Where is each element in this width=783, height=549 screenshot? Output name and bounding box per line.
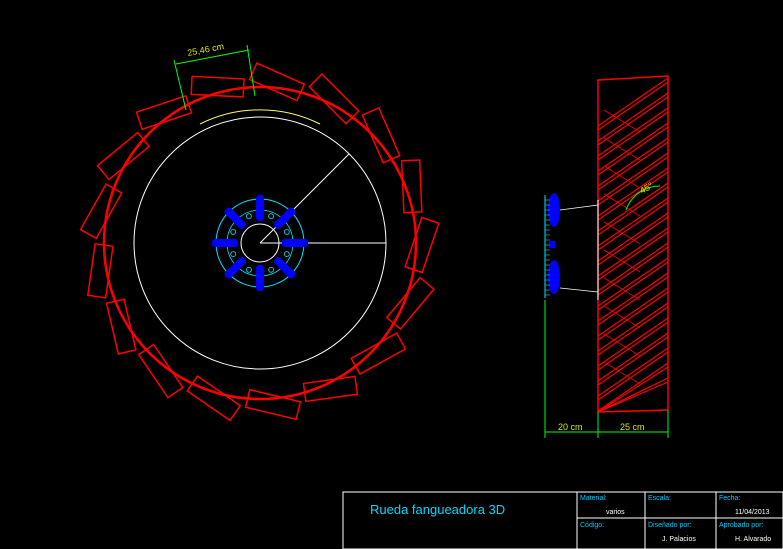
approved-value: H. Alvarado: [735, 536, 771, 543]
material-value: varios: [606, 509, 625, 516]
hub-spoke-bar: [212, 239, 238, 247]
side-paddle-width-label: 25 cm: [620, 422, 645, 432]
hub-spoke-bar: [282, 239, 308, 247]
material-label: Material:: [580, 495, 607, 502]
drawing-title: Rueda fangueadora 3D: [370, 502, 505, 517]
designed-label: Diseñado por:: [648, 522, 692, 529]
drawing-canvas: 25,46 cm 45° 20 cm 25 cm Rueda fangueado…: [0, 0, 783, 549]
date-label: Fecha:: [719, 495, 740, 502]
hub-spoke: [282, 239, 308, 247]
hub-width-label: 20 cm: [558, 422, 583, 432]
hub-spoke-bar: [256, 265, 264, 291]
designed-value: J. Palacios: [662, 536, 696, 543]
hub-spoke: [212, 239, 238, 247]
scale-label: Escala:: [648, 495, 671, 502]
date-value: 11/04/2013: [735, 509, 770, 516]
hub-spoke: [256, 265, 264, 291]
side-hub-center-block: [549, 241, 555, 248]
code-label: Código:: [580, 522, 604, 529]
hub-spoke-bar: [256, 195, 264, 221]
approved-label: Aprobado por:: [719, 522, 763, 529]
hub-spoke: [256, 195, 264, 221]
